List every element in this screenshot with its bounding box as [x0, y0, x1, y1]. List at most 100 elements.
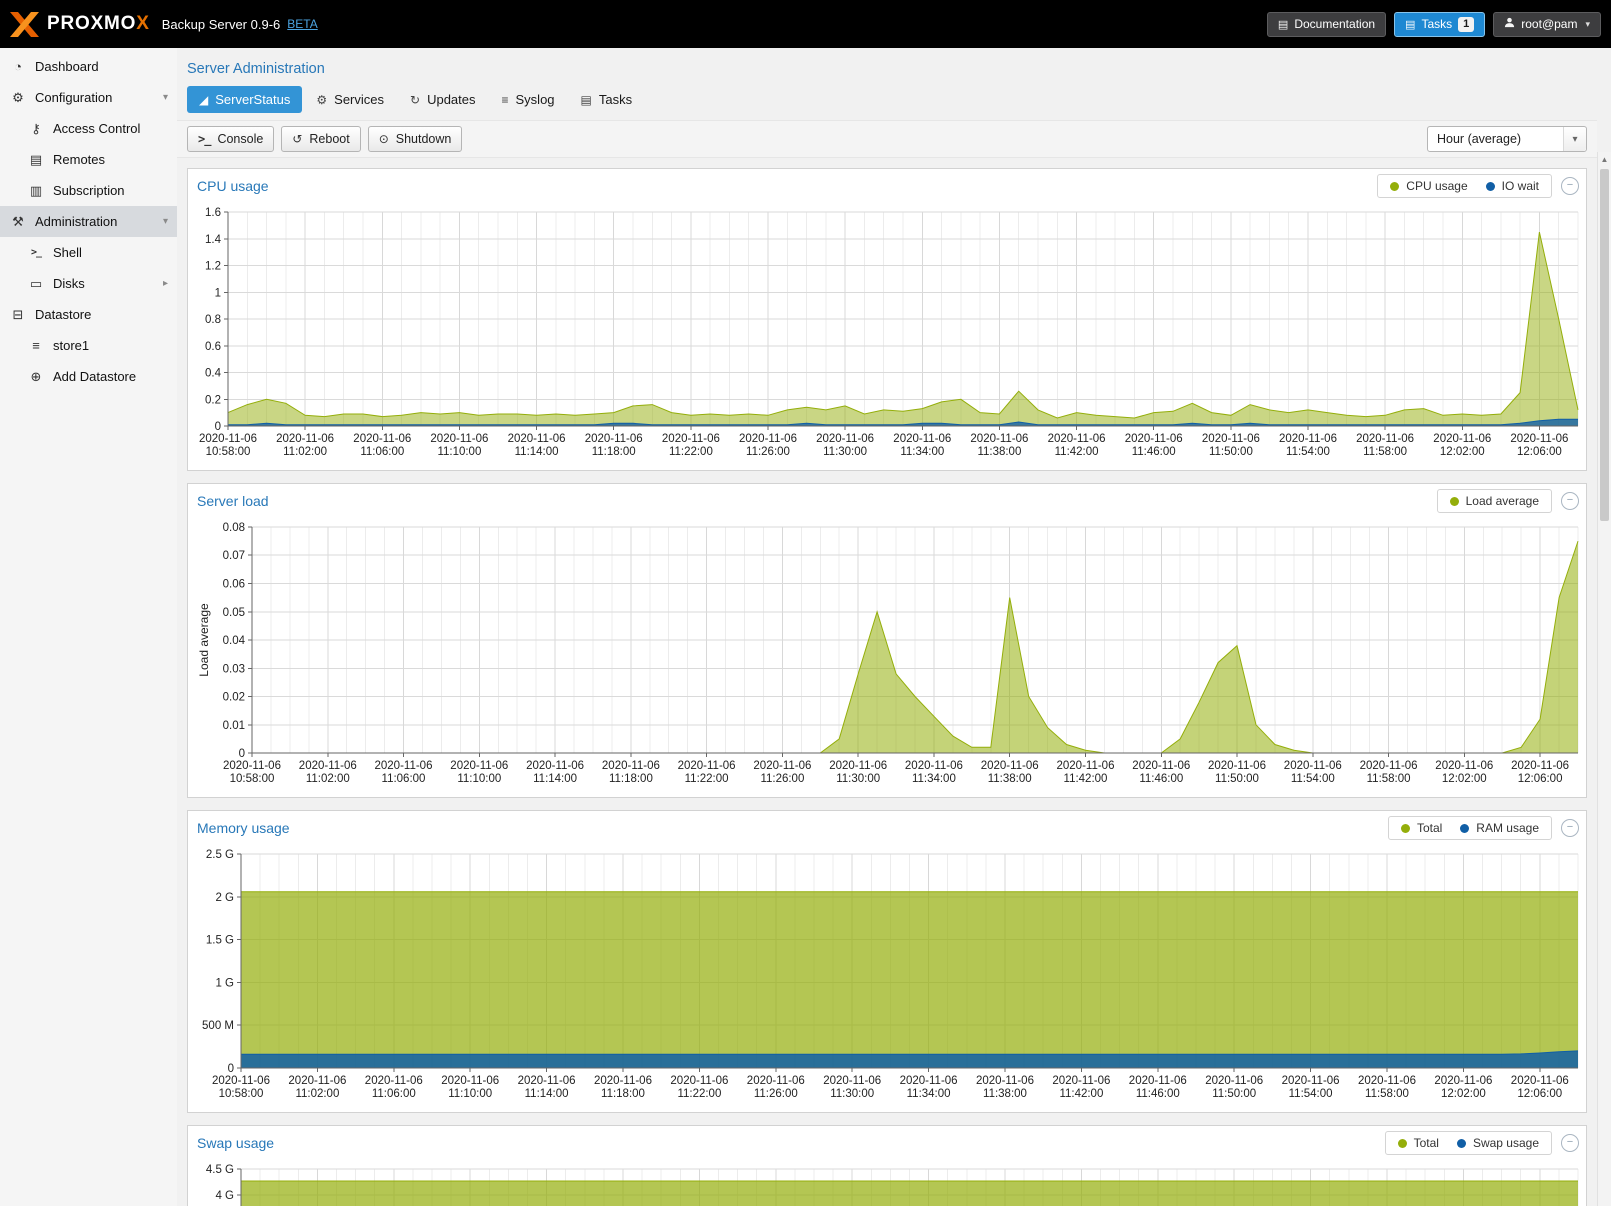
svg-text:2020-11-0611:26:00: 2020-11-0611:26:00	[753, 760, 811, 785]
svg-text:2020-11-0612:02:00: 2020-11-0612:02:00	[1435, 760, 1493, 785]
user-icon	[1504, 17, 1515, 31]
svg-text:2020-11-0611:54:00: 2020-11-0611:54:00	[1284, 760, 1342, 785]
user-menu-button[interactable]: root@pam ▾	[1493, 12, 1601, 37]
legend-item-ram-usage[interactable]: RAM usage	[1460, 821, 1539, 835]
panel-header: Memory usage Total RAM usage −	[188, 811, 1586, 844]
timeframe-select[interactable]: Hour (average) ▾	[1427, 126, 1587, 152]
sidebar-item-disks[interactable]: ▭Disks▸	[0, 268, 177, 299]
scroll-up-arrow[interactable]: ▲	[1598, 152, 1611, 167]
tab-label: Tasks	[599, 92, 632, 107]
legend-item-total[interactable]: Total	[1398, 1136, 1439, 1150]
svg-text:2020-11-0611:06:00: 2020-11-0611:06:00	[375, 760, 433, 785]
svg-text:2020-11-0611:50:00: 2020-11-0611:50:00	[1205, 1075, 1263, 1100]
proxmox-logo-mark	[10, 12, 39, 37]
chevron-down-icon: ▾	[1563, 127, 1586, 151]
timeframe-value: Hour (average)	[1437, 132, 1521, 146]
task-list-icon: ▤	[581, 93, 592, 107]
page-title: Server Administration	[187, 61, 1597, 77]
tab-label: ServerStatus	[215, 92, 290, 107]
legend-item-load-average[interactable]: Load average	[1450, 494, 1539, 508]
collapse-panel-button[interactable]: −	[1561, 1134, 1579, 1152]
subscription-icon: ▥	[28, 183, 44, 199]
sidebar-item-access-control[interactable]: ⚷Access Control	[0, 113, 177, 144]
sidebar-item-label: Disks	[53, 276, 85, 291]
shutdown-button[interactable]: ⊙Shutdown	[368, 126, 463, 152]
svg-text:0.08: 0.08	[223, 522, 245, 534]
swap-chart-container: 0500 M1 G1.5 G2 G2.5 G3 G3.5 G4 G4.5 G20…	[188, 1159, 1586, 1206]
tab-tasks[interactable]: ▤ Tasks	[569, 86, 645, 113]
scrollbar-thumb[interactable]	[1600, 169, 1609, 521]
svg-text:2020-11-0611:46:00: 2020-11-0611:46:00	[1129, 1075, 1187, 1100]
tab-serverstatus[interactable]: ◢ ServerStatus	[187, 86, 302, 113]
tab-label: Syslog	[516, 92, 555, 107]
tab-services[interactable]: ⚙Services	[304, 86, 396, 113]
svg-text:2020-11-0611:22:00: 2020-11-0611:22:00	[678, 760, 736, 785]
tasks-count-badge: 1	[1458, 17, 1474, 32]
legend-label: Swap usage	[1473, 1136, 1539, 1150]
collapse-panel-button[interactable]: −	[1561, 819, 1579, 837]
swap-chart: 0500 M1 G1.5 G2 G2.5 G3 G3.5 G4 G4.5 G20…	[194, 1161, 1592, 1206]
chevron-down-icon: ▾	[163, 92, 168, 103]
panel-cpu-usage: CPU usageCPU usageIO wait−00.20.40.60.81…	[187, 168, 1587, 471]
svg-text:2020-11-0611:42:00: 2020-11-0611:42:00	[1052, 1075, 1110, 1100]
tab-syslog[interactable]: ≡Syslog	[490, 86, 567, 113]
sidebar-item-administration[interactable]: ⚒Administration▾	[0, 206, 177, 237]
tasks-button[interactable]: ▤ Tasks 1	[1394, 12, 1485, 37]
svg-text:0.6: 0.6	[205, 341, 221, 353]
collapse-panel-button[interactable]: −	[1561, 177, 1579, 195]
panels-container: CPU usageCPU usageIO wait−00.20.40.60.81…	[177, 168, 1597, 1206]
legend-item-io-wait[interactable]: IO wait	[1486, 179, 1539, 193]
collapse-panel-button[interactable]: −	[1561, 492, 1579, 510]
toolbar: >_Console ↺Reboot ⊙Shutdown Hour (average)…	[177, 120, 1597, 158]
memory-chart-container: 0500 M1 G1.5 G2 G2.5 G2020-11-0610:58:00…	[188, 844, 1586, 1112]
sidebar-item-datastore[interactable]: ⊟Datastore	[0, 299, 177, 330]
tab-updates[interactable]: ↻Updates	[398, 86, 487, 113]
legend-item-total[interactable]: Total	[1401, 821, 1442, 835]
legend-item-swap-usage[interactable]: Swap usage	[1457, 1136, 1539, 1150]
sidebar-item-subscription[interactable]: ▥ Subscription	[0, 175, 177, 206]
svg-text:2020-11-0611:22:00: 2020-11-0611:22:00	[670, 1075, 728, 1100]
sidebar-item-label: Subscription	[53, 183, 125, 198]
sidebar-item-shell[interactable]: >_Shell	[0, 237, 177, 268]
sidebar-item-label: Administration	[35, 214, 117, 229]
area-chart-icon: ◢	[199, 93, 208, 107]
legend-dot	[1401, 824, 1410, 833]
console-button[interactable]: >_Console	[187, 126, 274, 152]
documentation-button[interactable]: ▤ Documentation	[1267, 12, 1386, 37]
legend-dot	[1398, 1139, 1407, 1148]
beta-link[interactable]: BETA	[287, 17, 317, 31]
sidebar-item-label: Access Control	[53, 121, 140, 136]
sidebar-item-dashboard[interactable]: ◔Dashboard	[0, 51, 177, 82]
sidebar-item-add-datastore[interactable]: ⊕Add Datastore	[0, 361, 177, 392]
panel-title: Memory usage	[197, 820, 1388, 836]
svg-text:2020-11-0611:18:00: 2020-11-0611:18:00	[602, 760, 660, 785]
svg-text:1.5 G: 1.5 G	[206, 935, 234, 947]
svg-text:2020-11-0611:06:00: 2020-11-0611:06:00	[353, 433, 411, 458]
svg-text:2020-11-0611:18:00: 2020-11-0611:18:00	[594, 1075, 652, 1100]
dashboard-icon: ◔	[10, 59, 26, 74]
book-icon: ▤	[1278, 18, 1288, 31]
tab-label: Updates	[427, 92, 475, 107]
power-icon: ⊙	[379, 132, 389, 146]
svg-text:2020-11-0611:02:00: 2020-11-0611:02:00	[276, 433, 334, 458]
legend-item-cpu-usage[interactable]: CPU usage	[1390, 179, 1467, 193]
reboot-button[interactable]: ↺Reboot	[281, 126, 360, 152]
svg-text:0.03: 0.03	[223, 663, 245, 675]
svg-text:2020-11-0611:46:00: 2020-11-0611:46:00	[1132, 760, 1190, 785]
sidebar-nav: ◔Dashboard⚙Configuration▾⚷Access Control…	[0, 48, 177, 1206]
svg-text:0.2: 0.2	[205, 394, 221, 406]
panel-title: Server load	[197, 493, 1437, 509]
svg-text:0.06: 0.06	[223, 579, 245, 591]
svg-text:2020-11-0611:10:00: 2020-11-0611:10:00	[450, 760, 508, 785]
proxmox-logo: PROXMOX	[10, 12, 150, 37]
svg-text:4.5 G: 4.5 G	[206, 1164, 234, 1176]
sidebar-item-store1[interactable]: ≡store1	[0, 330, 177, 361]
database-icon: ≡	[28, 338, 44, 353]
sidebar-item-remotes[interactable]: ▤Remotes	[0, 144, 177, 175]
vertical-scrollbar[interactable]: ▲	[1597, 152, 1611, 1206]
svg-text:2020-11-0612:06:00: 2020-11-0612:06:00	[1511, 760, 1569, 785]
svg-text:2020-11-0611:58:00: 2020-11-0611:58:00	[1360, 760, 1418, 785]
svg-text:2020-11-0612:06:00: 2020-11-0612:06:00	[1511, 1075, 1569, 1100]
sidebar-item-configuration[interactable]: ⚙Configuration▾	[0, 82, 177, 113]
legend-label: Load average	[1466, 494, 1539, 508]
